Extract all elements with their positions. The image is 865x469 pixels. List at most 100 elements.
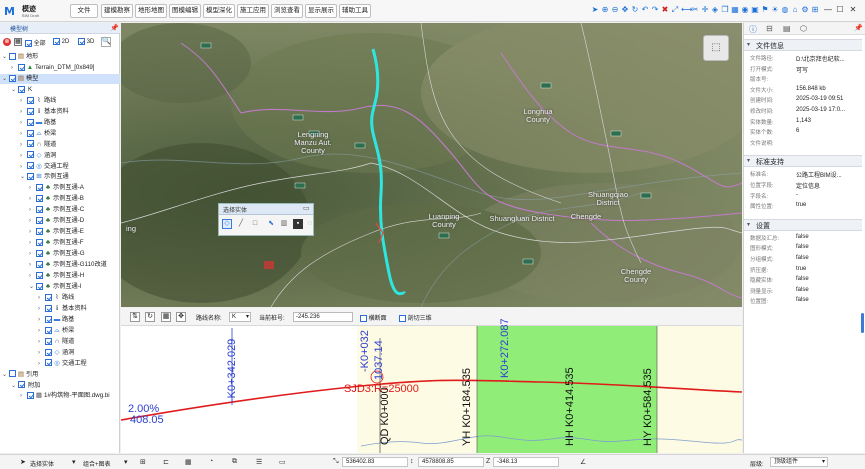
profile-view[interactable]: ⇅ ↻ ▦ ✥ 路线名称: K ▾ 当前桩号: -245.236 横断面 剖切三维… bbox=[121, 308, 742, 453]
view-icon[interactable]: ◉ bbox=[741, 6, 749, 14]
tree-item[interactable]: › ∩ 隧道 bbox=[20, 140, 56, 150]
collapse-arrow-icon[interactable]: › bbox=[38, 293, 45, 303]
dynamic-input-icon[interactable]: ▭ bbox=[279, 458, 286, 466]
property-value[interactable]: false bbox=[796, 234, 809, 240]
profile-refresh-icon[interactable]: ↻ bbox=[145, 312, 155, 322]
reset-icon[interactable]: ⊗ bbox=[3, 38, 11, 46]
tree-item[interactable]: ⌄ ▤ 引用 bbox=[2, 370, 38, 380]
snap-icon[interactable]: ⊞ bbox=[140, 458, 146, 466]
tree-item[interactable]: › ▬ 路基 bbox=[38, 315, 74, 325]
stats-tab-icon[interactable]: ▤ bbox=[783, 24, 791, 33]
collapse-arrow-icon[interactable]: › bbox=[38, 304, 45, 314]
tree-item[interactable]: ⌄ K bbox=[11, 85, 32, 95]
property-value[interactable]: 定位信息 bbox=[796, 181, 820, 190]
tree-item-checkbox[interactable] bbox=[9, 370, 16, 378]
menu-tools[interactable]: 辅助工具 bbox=[339, 4, 371, 18]
tree-item[interactable]: › ♣ 示例互通-G bbox=[29, 249, 85, 259]
camera-icon[interactable]: ▣ bbox=[751, 6, 759, 14]
tree-item-checkbox[interactable] bbox=[36, 195, 43, 203]
tree-item-checkbox[interactable] bbox=[27, 107, 34, 115]
select-dropdown-icon[interactable]: ▾ bbox=[72, 458, 76, 466]
collapse-arrow-icon[interactable]: › bbox=[29, 249, 36, 259]
tree-item[interactable]: › ℹ 基本资料 bbox=[20, 107, 69, 117]
properties-scrollbar[interactable] bbox=[861, 313, 864, 333]
collapse-arrow-icon[interactable]: › bbox=[11, 63, 18, 73]
section-header[interactable]: ▾ 设置 bbox=[744, 218, 862, 231]
cube-tab-icon[interactable]: ⬡ bbox=[800, 24, 807, 33]
property-value[interactable]: 2025-03-19 17:0... bbox=[796, 107, 845, 113]
rotate-icon[interactable]: ↻ bbox=[631, 6, 639, 14]
property-value[interactable]: false bbox=[796, 255, 809, 261]
station-input[interactable]: -245.236 bbox=[293, 312, 353, 322]
tree-item-checkbox[interactable] bbox=[45, 315, 52, 323]
tree-item[interactable]: › ♣ 示例互通-B bbox=[29, 194, 84, 204]
cursor-select-icon[interactable]: ⬉ bbox=[266, 219, 276, 229]
expand-arrow-icon[interactable]: ⌄ bbox=[29, 282, 36, 292]
measure-icon[interactable]: ⟷ bbox=[681, 6, 692, 14]
tree-item-checkbox[interactable] bbox=[45, 359, 52, 367]
menu-browse[interactable]: 浏览查看 bbox=[271, 4, 303, 18]
tree-item[interactable]: › ▬ 路基 bbox=[20, 118, 56, 128]
section-header[interactable]: ▾ 标准支持 bbox=[744, 155, 862, 168]
delete-icon[interactable]: ✖ bbox=[661, 6, 669, 14]
copy-icon[interactable]: ❐ bbox=[721, 6, 729, 14]
tree-item-checkbox[interactable] bbox=[27, 151, 34, 159]
section-header[interactable]: ▾ 文件信息 bbox=[744, 39, 862, 51]
combo-dropdown-icon[interactable]: ▾ bbox=[124, 458, 128, 466]
search-icon[interactable]: 🔍 bbox=[101, 37, 111, 47]
filter-all[interactable]: 全部 bbox=[25, 38, 46, 47]
tree-item[interactable]: › ◎ 交通工程 bbox=[20, 162, 69, 172]
tree-item[interactable]: › ♣ 示例互通-G110改道 bbox=[29, 260, 107, 270]
property-value[interactable]: false bbox=[796, 276, 809, 282]
level-select[interactable]: 顶级组件 ▾ bbox=[770, 457, 828, 467]
undo-icon[interactable]: ↶ bbox=[641, 6, 649, 14]
profile-move-icon[interactable]: ✥ bbox=[176, 312, 186, 322]
point-select-icon[interactable]: ◇ bbox=[222, 219, 232, 229]
home-icon[interactable]: ⌂ bbox=[791, 6, 799, 14]
tree-item-checkbox[interactable] bbox=[18, 63, 25, 71]
layers-tab-icon[interactable]: ⊟ bbox=[766, 24, 773, 33]
move-icon[interactable]: ✛ bbox=[701, 6, 709, 14]
expand-arrow-icon[interactable]: ⌄ bbox=[11, 381, 18, 391]
property-value[interactable]: 可写 bbox=[796, 65, 808, 74]
collapse-arrow-icon[interactable]: › bbox=[29, 205, 36, 215]
tree-item[interactable]: ⌄ 附加 bbox=[11, 381, 40, 391]
expand-arrow-icon[interactable]: ⌄ bbox=[11, 85, 18, 95]
property-value[interactable]: D:\北京拜也纪软... bbox=[796, 54, 845, 63]
tree-item[interactable]: › ∩ 隧道 bbox=[38, 337, 74, 347]
close-icon[interactable]: ✕ bbox=[849, 6, 857, 14]
menu-deepen[interactable]: 模型深化 bbox=[203, 4, 235, 18]
collapse-arrow-icon[interactable]: › bbox=[29, 227, 36, 237]
redo-icon[interactable]: ↷ bbox=[651, 6, 659, 14]
globe-icon[interactable]: ◍ bbox=[781, 6, 789, 14]
polar-icon[interactable]: ◔ bbox=[209, 458, 213, 465]
tree-item-checkbox[interactable] bbox=[27, 96, 34, 104]
layer-icon[interactable]: ◈ bbox=[711, 6, 719, 14]
expand-arrow-icon[interactable]: ⌄ bbox=[2, 74, 9, 84]
map-viewport[interactable]: Lengning Manzu Aut. County Longhua County L… bbox=[121, 23, 742, 307]
track-icon[interactable]: ⧉ bbox=[232, 458, 237, 466]
menu-modeling[interactable]: 建模勘察 bbox=[101, 4, 133, 18]
tree-item[interactable]: › ◎ 交通工程 bbox=[38, 359, 87, 369]
property-value[interactable]: false bbox=[796, 297, 809, 303]
collapse-arrow-icon[interactable]: › bbox=[38, 348, 45, 358]
tree-item[interactable]: › ▲ Terrain_DTM_[0x849] bbox=[11, 63, 95, 73]
tree-item-checkbox[interactable] bbox=[36, 271, 43, 279]
ortho-icon[interactable]: ⊏ bbox=[163, 458, 169, 466]
property-value[interactable]: 1,143 bbox=[796, 118, 811, 124]
tree-item-checkbox[interactable] bbox=[36, 217, 43, 225]
collapse-arrow-icon[interactable]: › bbox=[20, 96, 27, 106]
tree-item[interactable]: › ⌓ 桥梁 bbox=[38, 326, 74, 336]
collapse-arrow-icon[interactable]: › bbox=[20, 129, 27, 139]
collapse-arrow-icon[interactable]: › bbox=[20, 391, 27, 401]
line-select-icon[interactable]: ╱ bbox=[236, 219, 246, 229]
tree-item-checkbox[interactable] bbox=[9, 74, 16, 82]
tree-item-checkbox[interactable] bbox=[36, 184, 43, 192]
tree-item-checkbox[interactable] bbox=[27, 129, 34, 137]
lineweight-icon[interactable]: ☰ bbox=[256, 458, 262, 466]
collapse-arrow-icon[interactable]: › bbox=[38, 315, 45, 325]
tree-item[interactable]: › ◇ 涵洞 bbox=[38, 348, 74, 358]
fit-icon[interactable]: ⤢ bbox=[671, 6, 679, 14]
tree-item[interactable]: › ♣ 示例互通-A bbox=[29, 183, 84, 193]
info-tab-icon[interactable]: ⓘ bbox=[749, 24, 757, 35]
